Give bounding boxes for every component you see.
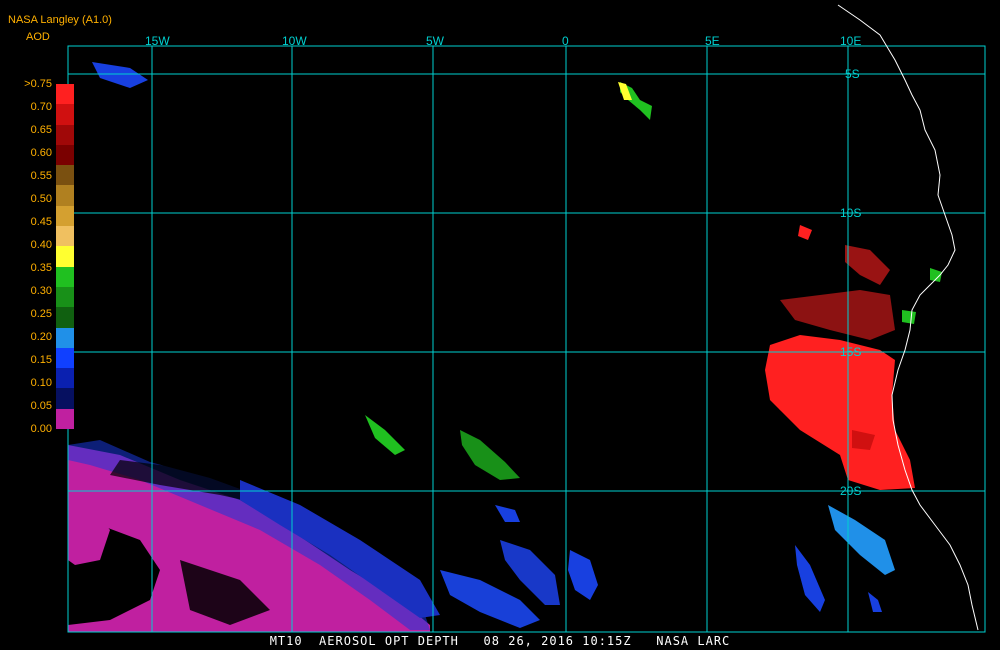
color-swatch bbox=[56, 408, 74, 430]
color-swatch bbox=[56, 144, 74, 166]
lat-label: 15S bbox=[840, 345, 861, 359]
color-swatch bbox=[56, 388, 74, 410]
color-swatch bbox=[56, 185, 74, 207]
lon-label: 15W bbox=[145, 34, 170, 48]
lat-label: 10S bbox=[840, 206, 861, 220]
legend-label: 0.55 bbox=[30, 170, 52, 182]
legend-label: 0.05 bbox=[30, 400, 52, 412]
legend-label: 0.30 bbox=[30, 285, 52, 297]
color-scale-bar bbox=[56, 84, 74, 430]
legend-label: 0.10 bbox=[30, 377, 52, 389]
legend-label: 0.40 bbox=[30, 239, 52, 251]
lat-label: 5S bbox=[845, 67, 860, 81]
color-swatch bbox=[56, 165, 74, 186]
lat-label: 20S bbox=[840, 484, 861, 498]
provider-label: NASA Langley (A1.0) bbox=[8, 14, 112, 26]
lon-label: 5E bbox=[705, 34, 720, 48]
legend-label: 0.15 bbox=[30, 354, 52, 366]
legend-label: 0.00 bbox=[30, 423, 52, 435]
product-label: AOD bbox=[26, 31, 50, 43]
color-swatch bbox=[56, 124, 74, 146]
legend-label: 0.65 bbox=[30, 124, 52, 136]
legend-label: 0.70 bbox=[30, 101, 52, 113]
color-swatch bbox=[56, 347, 74, 369]
color-swatch bbox=[56, 286, 74, 308]
legend-label: >0.75 bbox=[24, 78, 52, 90]
legend-label: 0.25 bbox=[30, 308, 52, 320]
color-swatch bbox=[56, 205, 74, 227]
color-swatch bbox=[56, 104, 74, 126]
lon-label: 10W bbox=[282, 34, 307, 48]
color-swatch bbox=[56, 246, 74, 268]
color-swatch bbox=[56, 226, 74, 247]
color-swatch bbox=[56, 368, 74, 389]
legend-label: 0.20 bbox=[30, 331, 52, 343]
legend-label: 0.35 bbox=[30, 262, 52, 274]
lon-label: 10E bbox=[840, 34, 861, 48]
lon-label: 5W bbox=[426, 34, 445, 48]
color-swatch bbox=[56, 307, 74, 329]
aod-map: 15W 10W 5W 0 5E 10E 5S 10S 15S 20S bbox=[0, 0, 1000, 650]
legend-label: 0.60 bbox=[30, 147, 52, 159]
map-caption: MT10 AEROSOL OPT DEPTH 08 26, 2016 10:15… bbox=[269, 634, 731, 648]
color-swatch bbox=[56, 266, 74, 288]
legend-label: 0.50 bbox=[30, 193, 52, 205]
color-swatch bbox=[56, 327, 74, 349]
lon-label: 0 bbox=[562, 34, 569, 48]
color-swatch bbox=[56, 84, 74, 105]
legend-label: 0.45 bbox=[30, 216, 52, 228]
